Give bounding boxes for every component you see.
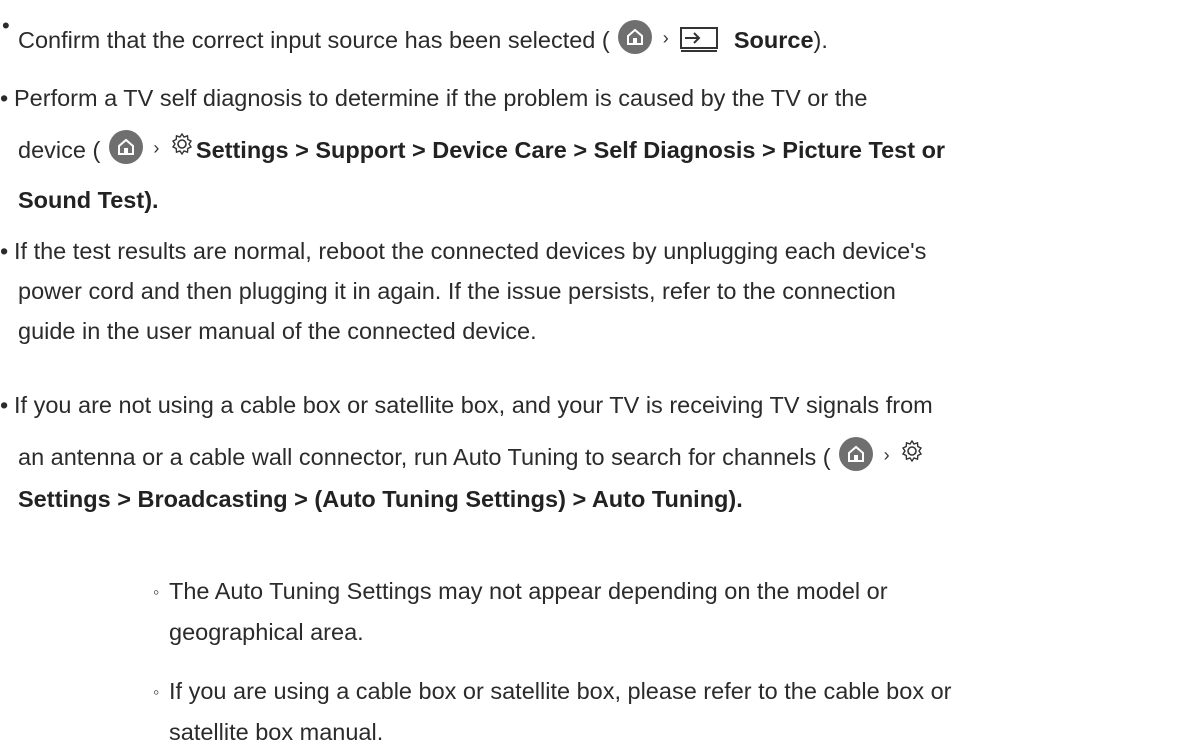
bullet-line: device ( › Settings > Support > Device C… xyxy=(0,123,1180,175)
home-icon xyxy=(839,437,874,471)
menu-path: Source xyxy=(733,27,814,53)
menu-path: Settings > Support > Device Care > Self … xyxy=(195,137,946,163)
bullet-line: Settings > Broadcasting > (Auto Tuning S… xyxy=(0,482,1180,516)
menu-path: Sound Test). xyxy=(18,187,159,213)
bullet-marker: • xyxy=(0,85,9,111)
bullet-line: Sound Test). xyxy=(0,175,1180,225)
bullet-line: guide in the user manual of the connecte… xyxy=(0,311,1180,351)
chevron-right-icon: › xyxy=(153,138,160,158)
gear-icon xyxy=(900,430,924,480)
bullet-line: an antenna or a cable wall connector, ru… xyxy=(0,430,1180,482)
note-text: geographical area. xyxy=(169,619,364,645)
bullet-text: Perform a TV self diagnosis to determine… xyxy=(14,85,868,111)
home-icon xyxy=(108,130,143,164)
bullet-text: ). xyxy=(813,27,828,53)
bullet-marker: • xyxy=(0,238,9,264)
note-text: If you are using a cable box or satellit… xyxy=(169,678,952,704)
bullet-line: power cord and then plugging it in again… xyxy=(0,271,1180,311)
sub-bullet-marker: ◦ xyxy=(153,682,160,702)
bullet-item-self-diagnosis: • Perform a TV self diagnosis to determin… xyxy=(0,73,1180,225)
bullet-line: • If you are not using a cable box or sat… xyxy=(0,380,1180,430)
note-text: The Auto Tuning Settings may not appear … xyxy=(169,578,888,604)
chevron-right-icon: › xyxy=(662,28,669,48)
home-icon xyxy=(618,20,653,54)
bullet-item-auto-tuning: • If you are not using a cable box or sat… xyxy=(0,380,1180,516)
note-item-cable-box: ◦ If you are using a cable box or satelli… xyxy=(153,671,1153,752)
bullet-item-input-source: • Confirm that the correct input source … xyxy=(0,13,1180,69)
bullet-line: Confirm that the correct input source ha… xyxy=(0,13,1180,69)
note-text: satellite box manual. xyxy=(169,719,384,745)
menu-path: Settings > Broadcasting > (Auto Tuning S… xyxy=(18,486,743,512)
bullet-text: guide in the user manual of the connecte… xyxy=(18,318,537,344)
bullet-text: power cord and then plugging it in again… xyxy=(18,278,896,304)
note-line: ◦ If you are using a cable box or satelli… xyxy=(153,671,1153,712)
bullet-line: • If the test results are normal, reboot … xyxy=(0,231,1180,271)
chevron-right-icon: › xyxy=(883,445,890,465)
bullet-line: • Perform a TV self diagnosis to determin… xyxy=(0,73,1180,123)
gear-icon xyxy=(170,123,194,173)
note-item-auto-tuning-availability: ◦ The Auto Tuning Settings may not appear… xyxy=(153,571,1153,652)
bullet-text: Confirm that the correct input source ha… xyxy=(18,27,610,53)
bullet-text: If the test results are normal, reboot t… xyxy=(14,238,927,264)
bullet-text: If you are not using a cable box or sate… xyxy=(14,392,933,418)
bullet-text: an antenna or a cable wall connector, ru… xyxy=(18,444,831,470)
bullet-marker: • xyxy=(2,13,10,38)
sub-bullet-marker: ◦ xyxy=(153,582,160,602)
bullet-text: device ( xyxy=(18,137,101,163)
source-icon xyxy=(679,19,719,69)
bullet-item-reboot-devices: • If the test results are normal, reboot … xyxy=(0,231,1180,351)
bullet-marker: • xyxy=(0,392,9,418)
note-line: ◦ The Auto Tuning Settings may not appear… xyxy=(153,571,1153,612)
